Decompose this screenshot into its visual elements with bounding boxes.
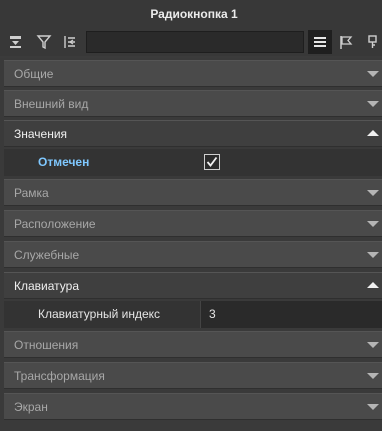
expand-arrow-icon	[367, 252, 379, 258]
toolbar	[0, 28, 382, 56]
checkmark-icon	[206, 156, 218, 167]
checked-checkbox[interactable]	[204, 154, 220, 170]
expand-arrow-icon	[367, 71, 379, 77]
filter-icon[interactable]	[32, 30, 56, 54]
section-values[interactable]: Значения	[4, 120, 382, 147]
property-row-tab-index: Клавиатурный индекс 3	[4, 301, 382, 328]
sort-icon[interactable]	[4, 30, 28, 54]
section-transform[interactable]: Трансформация	[4, 362, 382, 389]
section-appearance[interactable]: Внешний вид	[4, 90, 382, 117]
property-label: Отмечен	[38, 155, 90, 169]
section-general[interactable]: Общие	[4, 60, 382, 87]
property-label: Клавиатурный индекс	[38, 307, 161, 321]
tab-index-input[interactable]: 3	[200, 301, 382, 328]
section-label: Рамка	[14, 185, 49, 200]
section-label: Внешний вид	[14, 96, 89, 111]
panel-titlebar: Радиокнопка 1	[0, 0, 382, 28]
section-position[interactable]: Расположение	[4, 210, 382, 237]
section-screen[interactable]: Экран	[4, 393, 382, 420]
panel-title: Радиокнопка 1	[150, 7, 238, 21]
properties-panel: Общие Внешний вид Значения Отмечен Рамка…	[0, 58, 382, 431]
expand-arrow-icon	[367, 221, 379, 227]
section-label: Трансформация	[14, 368, 105, 383]
expand-arrow-icon	[367, 190, 379, 196]
section-label: Отношения	[14, 337, 79, 352]
collapse-all-icon[interactable]	[58, 30, 82, 54]
collapse-arrow-icon	[367, 130, 379, 136]
property-row-checked: Отмечен	[4, 149, 382, 176]
expand-arrow-icon	[367, 101, 379, 107]
section-label: Экран	[14, 399, 48, 414]
events-flag-icon[interactable]	[334, 30, 358, 54]
expand-arrow-icon	[367, 404, 379, 410]
collapse-arrow-icon	[367, 282, 379, 288]
section-service[interactable]: Служебные	[4, 241, 382, 268]
section-label: Значения	[14, 126, 68, 141]
section-label: Расположение	[14, 216, 96, 231]
section-label: Служебные	[14, 247, 80, 262]
list-view-icon[interactable]	[308, 30, 332, 54]
section-relations[interactable]: Отношения	[4, 331, 382, 358]
expand-arrow-icon	[367, 342, 379, 348]
expand-arrow-icon	[367, 373, 379, 379]
section-label: Общие	[14, 66, 54, 81]
key-icon[interactable]	[360, 30, 382, 54]
section-label: Клавиатура	[14, 278, 79, 293]
section-keyboard[interactable]: Клавиатура	[4, 272, 382, 299]
section-frame[interactable]: Рамка	[4, 179, 382, 206]
search-input[interactable]	[86, 31, 304, 53]
